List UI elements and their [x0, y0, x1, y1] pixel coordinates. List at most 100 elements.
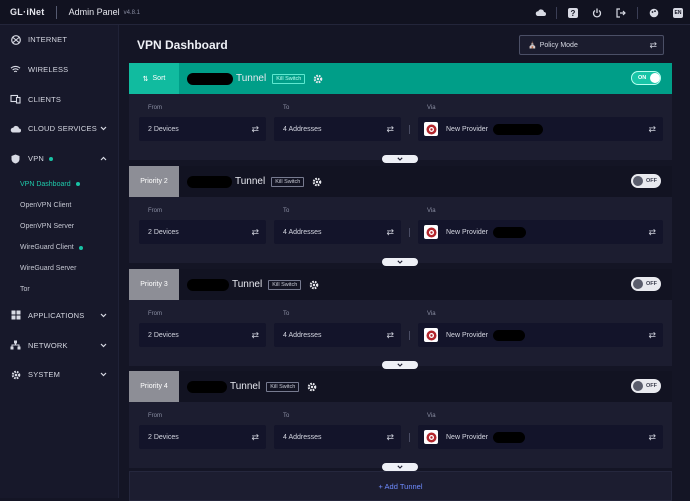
- from-field[interactable]: 2 Devices ⇄: [139, 425, 266, 449]
- tunnel-toggle[interactable]: OFF: [631, 379, 661, 393]
- via-field[interactable]: New Provider ⇄: [418, 117, 663, 141]
- redacted-name: [187, 278, 229, 291]
- gear-icon[interactable]: [311, 176, 322, 187]
- to-field[interactable]: 4 Addresses ⇄: [274, 220, 401, 244]
- to-field[interactable]: 4 Addresses ⇄: [274, 323, 401, 347]
- toggle-state: OFF: [646, 178, 657, 184]
- tunnel-card: ⇅ Sort Tunnel Kill Switch ON From To Via …: [129, 63, 672, 163]
- cloud-icon[interactable]: [528, 0, 552, 25]
- tunnel-name: Tunnel: [230, 381, 261, 392]
- provider-icon: [424, 225, 438, 239]
- priority-button[interactable]: Priority 3: [129, 269, 179, 300]
- sidebar: INTERNET WIRELESS CLIENTS CLOUD SERVICES…: [0, 25, 119, 498]
- swap-icon: ⇄: [386, 226, 394, 237]
- brand-logo: GL·iNet: [10, 7, 45, 17]
- subitem-label: WireGuard Server: [20, 265, 77, 273]
- sidebar-item-label: SYSTEM: [28, 370, 61, 380]
- sidebar-subitem-openvpn-client[interactable]: OpenVPN Client: [0, 195, 118, 216]
- divider: [409, 331, 410, 340]
- devices-icon: [10, 94, 21, 105]
- from-label: From: [148, 311, 162, 317]
- sidebar-item-label: WIRELESS: [28, 65, 69, 75]
- to-label: To: [283, 105, 290, 111]
- tunnel-toggle[interactable]: ON: [631, 71, 661, 85]
- chevron-down-icon: [100, 311, 107, 320]
- via-label: Via: [427, 413, 436, 419]
- subitem-label: OpenVPN Server: [20, 222, 75, 230]
- logout-icon[interactable]: [609, 0, 633, 25]
- theme-icon[interactable]: [642, 0, 666, 25]
- to-label: To: [283, 311, 290, 317]
- policy-mode-select[interactable]: ⛪ Policy Mode ⇄: [519, 35, 664, 55]
- globe-icon: [10, 34, 21, 45]
- from-field[interactable]: 2 Devices ⇄: [139, 220, 266, 244]
- via-value: New Provider: [446, 228, 489, 236]
- sidebar-item-internet[interactable]: INTERNET: [0, 25, 118, 55]
- language-button[interactable]: EN: [666, 0, 690, 25]
- via-value: New Provider: [446, 433, 489, 441]
- expand-button[interactable]: [382, 258, 418, 266]
- via-value: New Provider: [446, 331, 489, 339]
- wifi-icon: [10, 64, 21, 75]
- sidebar-subitem-vpn-dashboard[interactable]: VPN Dashboard: [0, 173, 118, 194]
- priority-button[interactable]: Priority 2: [129, 166, 179, 197]
- subitem-label: VPN Dashboard: [20, 180, 71, 188]
- expand-button[interactable]: [382, 361, 418, 369]
- tunnel-name: Tunnel: [235, 176, 266, 187]
- chevron-up-icon: [100, 154, 107, 163]
- toggle-knob: [633, 279, 643, 289]
- expand-button[interactable]: [382, 463, 418, 471]
- kill-switch-badge: Kill Switch: [268, 279, 302, 290]
- tunnel-toggle[interactable]: OFF: [631, 277, 661, 291]
- via-field[interactable]: New Provider ⇄: [418, 323, 663, 347]
- priority-button[interactable]: Priority 4: [129, 371, 179, 402]
- sidebar-item-wireless[interactable]: WIRELESS: [0, 55, 118, 85]
- to-field[interactable]: 4 Addresses ⇄: [274, 117, 401, 141]
- tunnel-name: Tunnel: [232, 279, 263, 290]
- from-field[interactable]: 2 Devices ⇄: [139, 323, 266, 347]
- gear-icon[interactable]: [308, 279, 319, 290]
- redacted-provider: [493, 123, 544, 135]
- sidebar-item-clients[interactable]: CLIENTS: [0, 84, 118, 114]
- toggle-state: ON: [638, 75, 647, 81]
- via-field[interactable]: New Provider ⇄: [418, 220, 663, 244]
- sidebar-item-system[interactable]: SYSTEM: [0, 360, 118, 390]
- gear-icon[interactable]: [306, 381, 317, 392]
- language-icon: EN: [673, 7, 683, 18]
- sidebar-item-label: CLIENTS: [28, 94, 62, 104]
- sidebar-item-cloud-services[interactable]: CLOUD SERVICES: [0, 114, 118, 144]
- to-label: To: [283, 413, 290, 419]
- sort-icon: ⇅: [142, 75, 149, 83]
- priority-label: Priority 4: [140, 383, 168, 390]
- grid-icon: [10, 310, 21, 321]
- to-field[interactable]: 4 Addresses ⇄: [274, 425, 401, 449]
- from-value: 2 Devices: [148, 125, 179, 133]
- tunnel-name: Tunnel: [236, 73, 267, 84]
- expand-button[interactable]: [382, 155, 418, 163]
- sidebar-item-applications[interactable]: APPLICATIONS: [0, 301, 118, 331]
- top-actions: ? EN: [528, 0, 690, 25]
- sidebar-subitem-openvpn-server[interactable]: OpenVPN Server: [0, 216, 118, 237]
- status-dot: [78, 245, 83, 250]
- redacted-name: [187, 72, 233, 85]
- toolbar-divider: [556, 6, 557, 19]
- sort-button[interactable]: ⇅ Sort: [129, 63, 179, 94]
- via-field[interactable]: New Provider ⇄: [418, 425, 663, 449]
- power-icon[interactable]: [585, 0, 609, 25]
- help-icon[interactable]: ?: [561, 0, 585, 25]
- toggle-knob: [633, 381, 643, 391]
- from-label: From: [148, 208, 162, 214]
- chevron-down-icon: [100, 341, 107, 350]
- gear-icon[interactable]: [312, 73, 323, 84]
- divider: [409, 228, 410, 237]
- tunnel-toggle[interactable]: OFF: [631, 174, 661, 188]
- add-tunnel-button[interactable]: + Add Tunnel: [129, 471, 672, 501]
- subitem-label: WireGuard Client: [20, 244, 74, 252]
- from-field[interactable]: 2 Devices ⇄: [139, 117, 266, 141]
- sidebar-item-label: APPLICATIONS: [28, 310, 85, 320]
- sidebar-item-network[interactable]: NETWORK: [0, 330, 118, 360]
- sidebar-subitem-tor[interactable]: Tor: [0, 279, 118, 300]
- sidebar-subitem-wireguard-client[interactable]: WireGuard Client: [0, 237, 118, 258]
- sidebar-item-vpn[interactable]: VPN: [0, 144, 118, 174]
- sidebar-subitem-wireguard-server[interactable]: WireGuard Server: [0, 258, 118, 279]
